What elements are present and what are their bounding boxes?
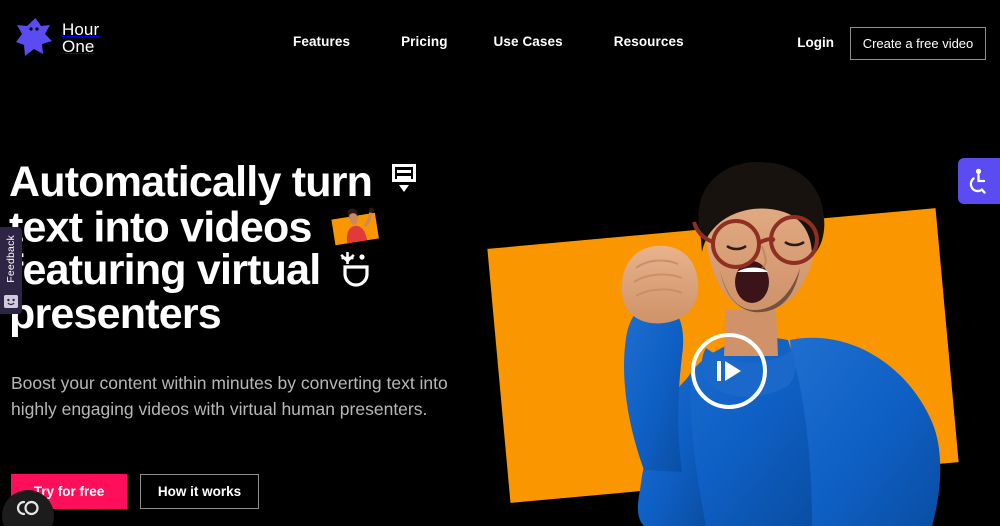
main-nav: Features Pricing Use Cases Resources [293, 34, 684, 49]
landing-page: Hour One Features Pricing Use Cases Reso… [0, 0, 1000, 526]
play-icon [717, 361, 741, 381]
logo-link[interactable]: Hour One [14, 16, 99, 60]
headline-line-3: featuring virtual [9, 248, 479, 292]
headline-line-4: presenters [9, 292, 479, 336]
text-lines-chevron-icon [389, 160, 419, 204]
accessibility-button[interactable] [958, 158, 1000, 204]
hero-subheading: Boost your content within minutes by con… [11, 373, 448, 419]
nav-item-features[interactable]: Features [293, 34, 350, 49]
wheelchair-accessibility-icon [969, 168, 986, 194]
headline-line-1: Automatically turn [9, 160, 479, 204]
hero-media [480, 140, 1000, 526]
nav-item-pricing[interactable]: Pricing [401, 34, 447, 49]
headline-text-4: presenters [9, 290, 222, 338]
nav-item-use-cases[interactable]: Use Cases [494, 34, 563, 49]
headline-text-1: Automatically turn [9, 158, 373, 206]
headline-line-2: text into videos [9, 203, 479, 252]
logo-line-1: Hour [62, 19, 100, 39]
cookie-consent-icon [16, 500, 39, 516]
feedback-smiley-icon [4, 295, 18, 308]
nav-item-resources[interactable]: Resources [614, 34, 684, 49]
headline-text-3: featuring virtual [9, 246, 321, 294]
login-link[interactable]: Login [797, 35, 834, 50]
play-button[interactable] [691, 333, 767, 409]
page-title: Automatically turn text into videos feat… [9, 160, 479, 336]
create-free-video-button[interactable]: Create a free video [850, 27, 986, 60]
headline-text-2: text into videos [9, 203, 312, 252]
sparkle-smile-icon [339, 250, 373, 296]
logo-line-2: One [62, 37, 95, 56]
logo-wordmark: Hour One [62, 19, 100, 56]
how-it-works-button[interactable]: How it works [140, 474, 259, 509]
hour-one-star-logo-icon [14, 16, 54, 60]
hero-content: Automatically turn text into videos feat… [0, 160, 500, 509]
feedback-tab[interactable]: Feedback [0, 227, 22, 314]
feedback-tab-label: Feedback [5, 235, 17, 283]
site-header: Hour One Features Pricing Use Cases Reso… [0, 0, 1000, 88]
